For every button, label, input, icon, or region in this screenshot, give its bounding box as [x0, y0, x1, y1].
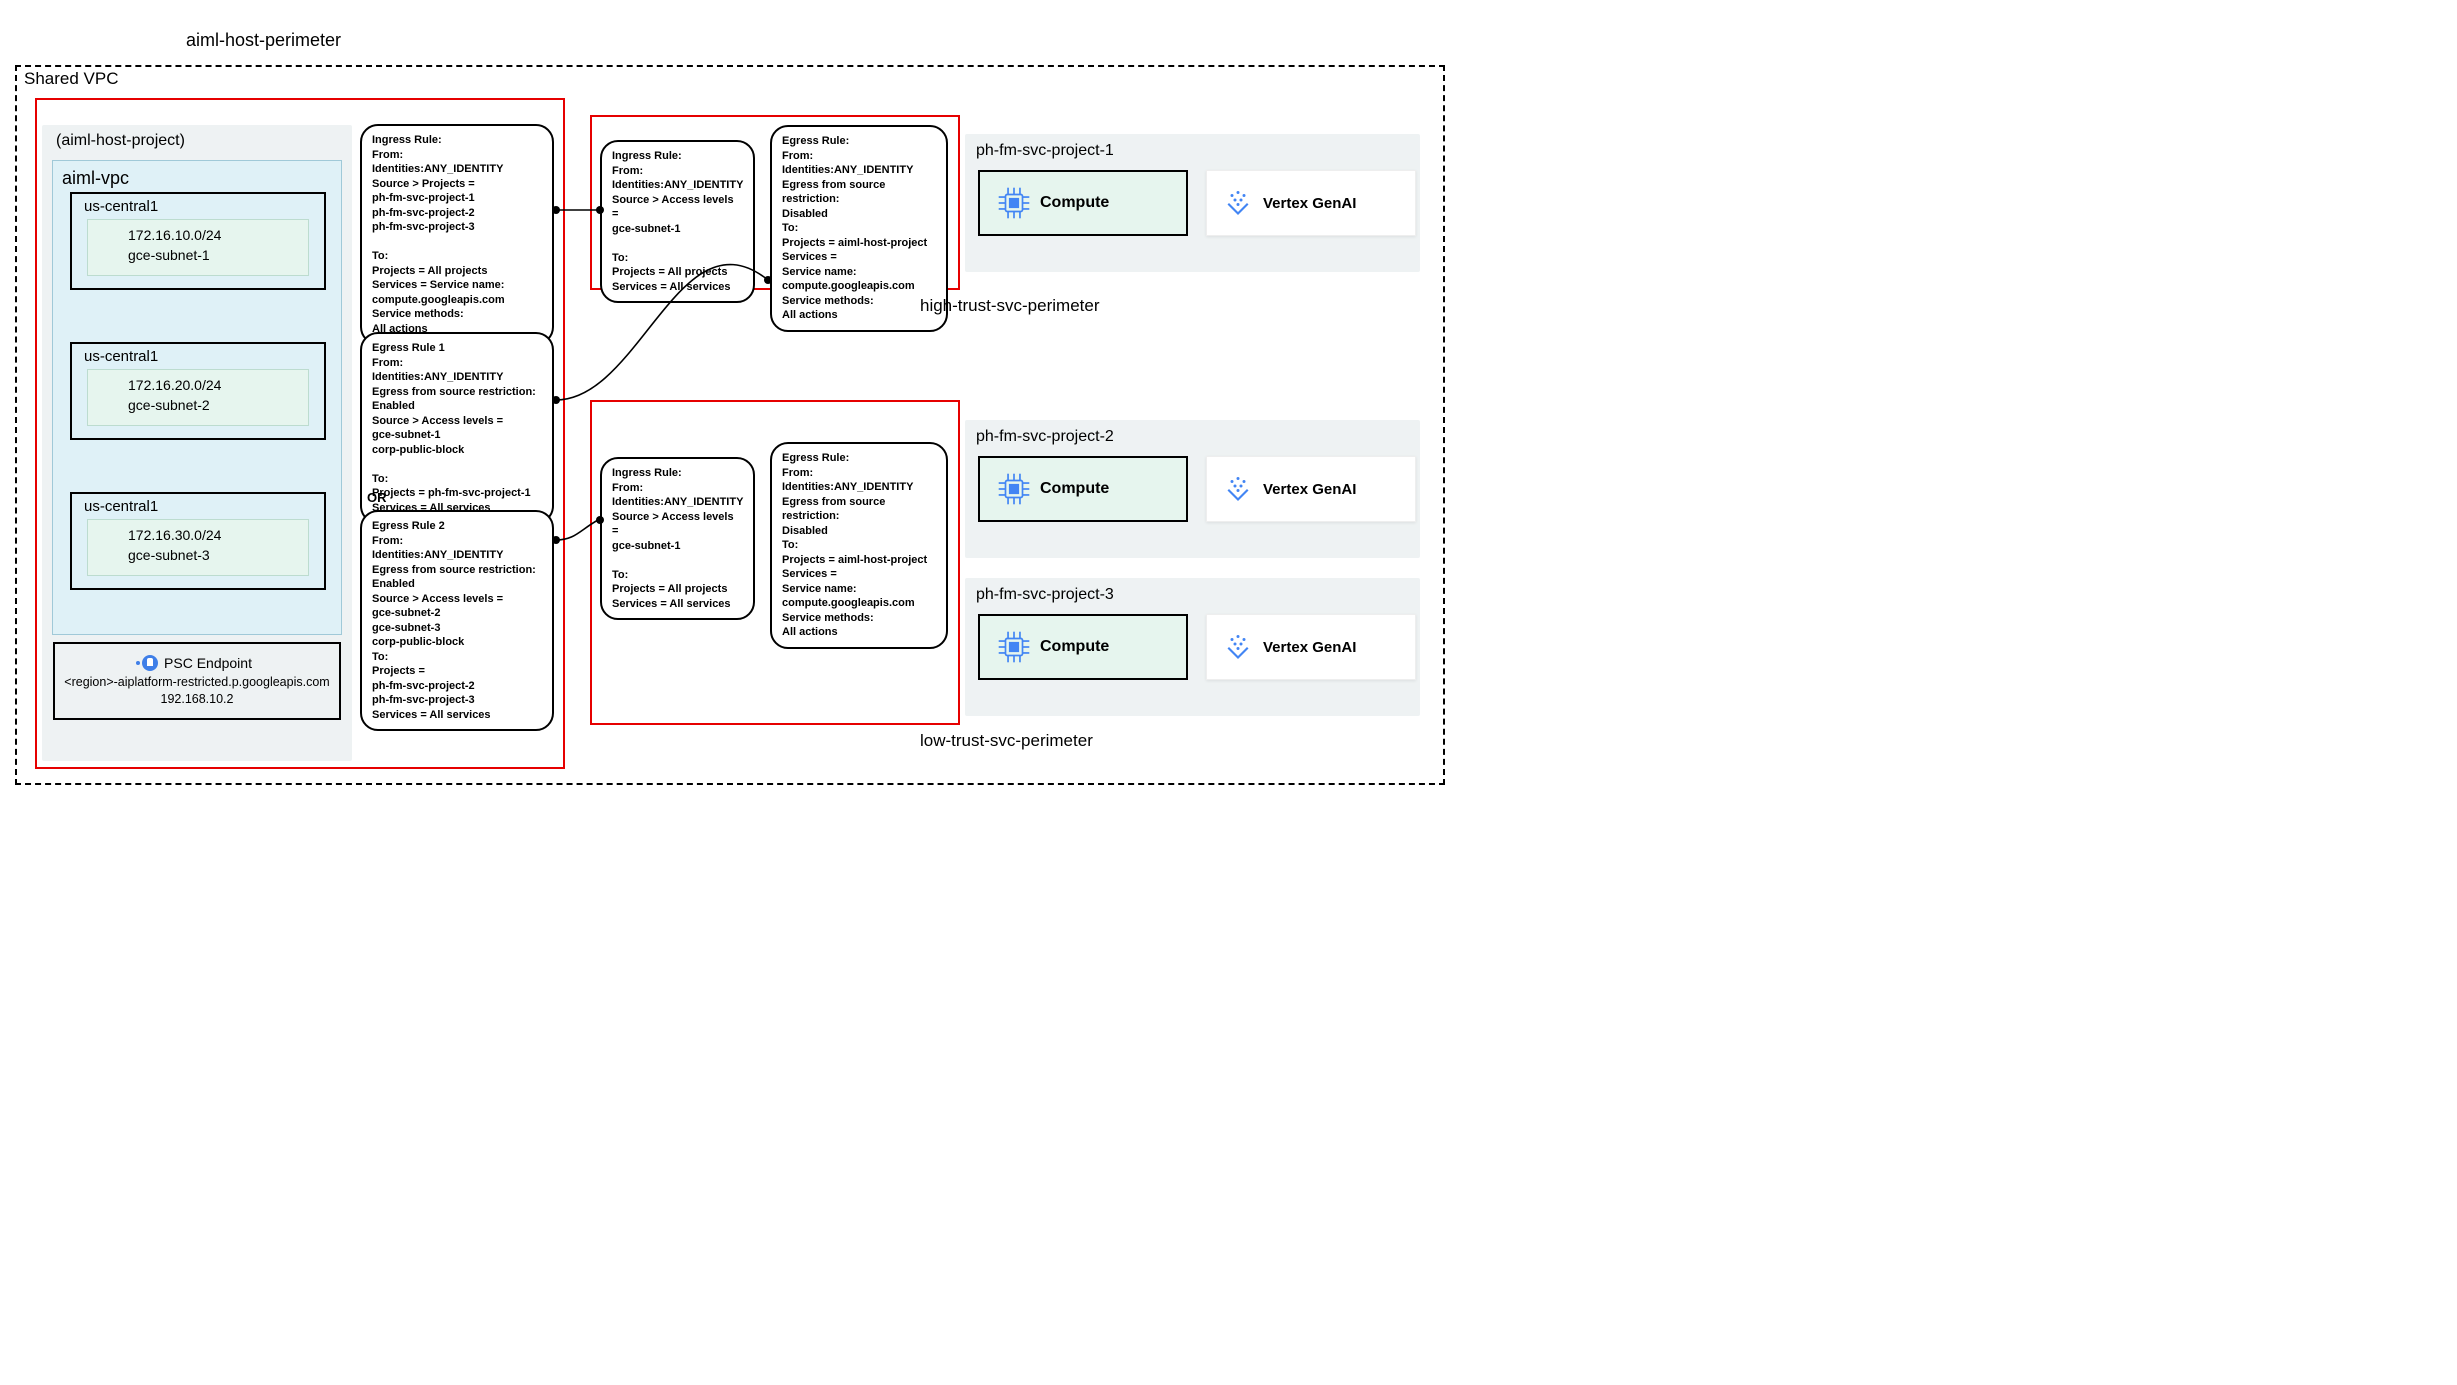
host-egress-rule-1: Egress Rule 1 From: Identities:ANY_IDENT…: [360, 332, 554, 524]
connector-dot: [596, 516, 604, 524]
svc-project-1-vertex: Vertex GenAI: [1206, 170, 1416, 236]
psc-endpoint: PSC Endpoint <region>-aiplatform-restric…: [53, 642, 341, 720]
subnet-1-region: us-central1: [84, 198, 158, 215]
vertex-label: Vertex GenAI: [1263, 481, 1356, 498]
compute-icon: [996, 185, 1032, 221]
high-ingress-rule: Ingress Rule: From: Identities:ANY_IDENT…: [600, 140, 755, 303]
compute-label: Compute: [1040, 480, 1109, 498]
compute-label: Compute: [1040, 638, 1109, 656]
host-project-title: (aiml-host-project): [56, 132, 185, 150]
connector-dot: [552, 396, 560, 404]
subnet-1-name: gce-subnet-1: [128, 245, 292, 265]
high-trust-label: high-trust-svc-perimeter: [920, 296, 1100, 316]
shared-vpc-label: Shared VPC: [24, 69, 119, 89]
psc-icon: [142, 655, 158, 671]
subnet-1-cidr: 172.16.10.0/24: [128, 225, 292, 245]
connector-dot: [552, 536, 560, 544]
svc-project-2-compute: Compute: [978, 456, 1188, 522]
host-egress-rule-2: Egress Rule 2 From: Identities:ANY_IDENT…: [360, 510, 554, 731]
svc-project-3-compute: Compute: [978, 614, 1188, 680]
vpc-title: aiml-vpc: [62, 168, 129, 189]
vertex-icon: [1223, 632, 1253, 662]
svc-project-1-title: ph-fm-svc-project-1: [976, 142, 1114, 160]
low-trust-label: low-trust-svc-perimeter: [920, 731, 1093, 751]
vertex-icon: [1223, 474, 1253, 504]
svc-project-3-vertex: Vertex GenAI: [1206, 614, 1416, 680]
svc-project-2-title: ph-fm-svc-project-2: [976, 428, 1114, 446]
vertex-label: Vertex GenAI: [1263, 639, 1356, 656]
svc-project-2-vertex: Vertex GenAI: [1206, 456, 1416, 522]
psc-ip: 192.168.10.2: [161, 691, 234, 708]
subnet-2: us-central1 172.16.20.0/24 gce-subnet-2: [70, 342, 326, 440]
connector-dot: [596, 206, 604, 214]
low-egress-rule: Egress Rule: From: Identities:ANY_IDENTI…: [770, 442, 948, 649]
psc-host: <region>-aiplatform-restricted.p.googlea…: [64, 674, 329, 691]
subnet-2-cidr: 172.16.20.0/24: [128, 375, 292, 395]
svc-project-3-title: ph-fm-svc-project-3: [976, 586, 1114, 604]
compute-icon: [996, 629, 1032, 665]
connector-dot: [764, 276, 772, 284]
subnet-2-region: us-central1: [84, 348, 158, 365]
compute-icon: [996, 471, 1032, 507]
vertex-icon: [1223, 188, 1253, 218]
compute-label: Compute: [1040, 194, 1109, 212]
host-ingress-rule: Ingress Rule: From: Identities:ANY_IDENT…: [360, 124, 554, 345]
vertex-label: Vertex GenAI: [1263, 195, 1356, 212]
or-label: OR: [367, 490, 387, 505]
subnet-3-region: us-central1: [84, 498, 158, 515]
perimeter-title-host: aiml-host-perimeter: [186, 30, 341, 51]
subnet-3-cidr: 172.16.30.0/24: [128, 525, 292, 545]
connector-dot: [552, 206, 560, 214]
low-ingress-rule: Ingress Rule: From: Identities:ANY_IDENT…: [600, 457, 755, 620]
psc-title: PSC Endpoint: [164, 655, 252, 672]
subnet-1: us-central1 172.16.10.0/24 gce-subnet-1: [70, 192, 326, 290]
svc-project-1-compute: Compute: [978, 170, 1188, 236]
subnet-3: us-central1 172.16.30.0/24 gce-subnet-3: [70, 492, 326, 590]
subnet-3-name: gce-subnet-3: [128, 545, 292, 565]
subnet-2-name: gce-subnet-2: [128, 395, 292, 415]
